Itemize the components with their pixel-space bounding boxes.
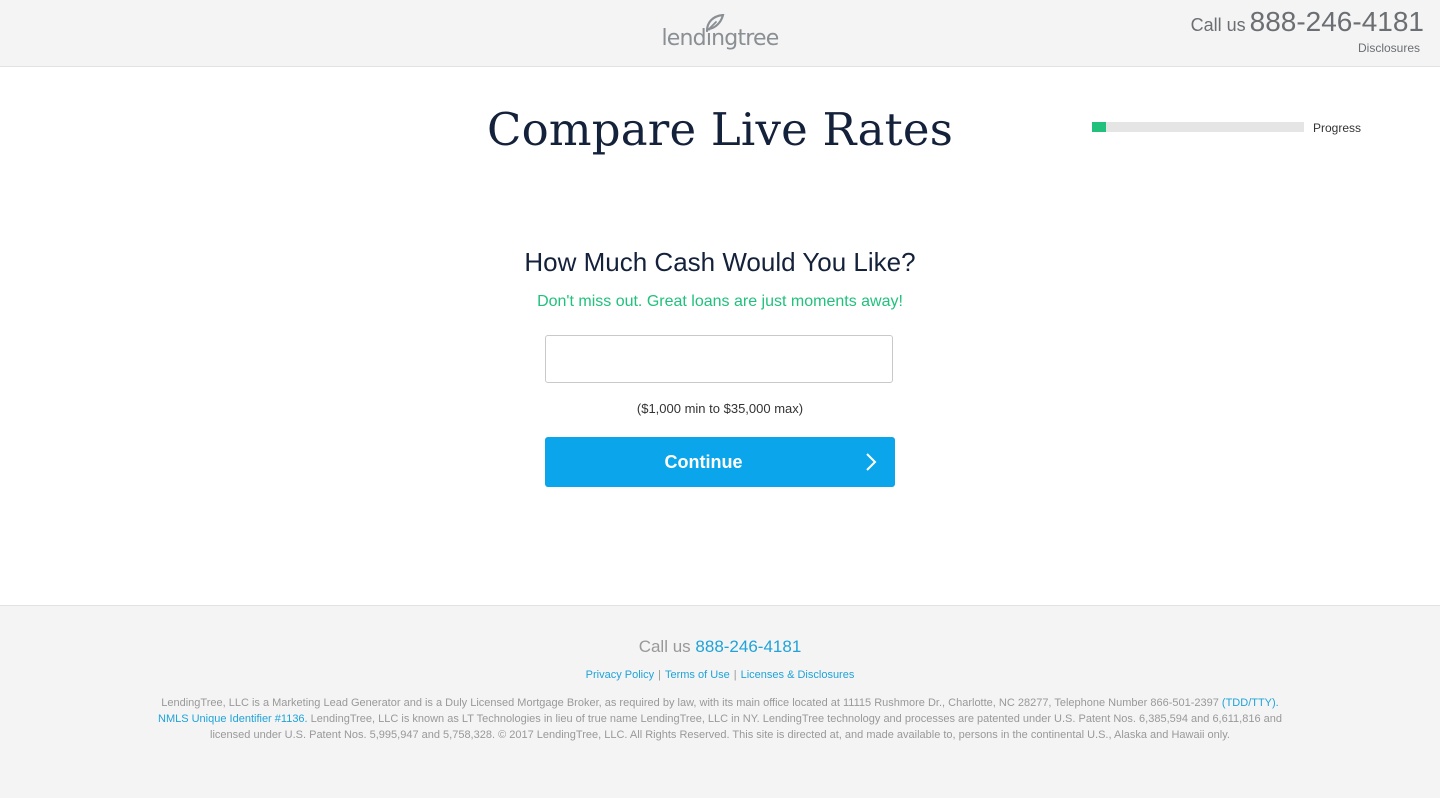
cash-amount-input[interactable] <box>545 335 893 383</box>
question-heading: How Much Cash Would You Like? <box>524 247 916 277</box>
logo-text: lendingtree <box>661 26 779 51</box>
amount-range-hint: ($1,000 min to $35,000 max) <box>636 401 804 416</box>
link-separator: | <box>658 669 661 681</box>
continue-label: Continue <box>664 452 743 472</box>
header-call-us: Call us 888-246-4181 <box>1191 6 1424 38</box>
site-header: lendingtree Call us 888-246-4181 Disclosu… <box>0 0 1440 67</box>
lendingtree-logo[interactable]: lendingtree <box>655 14 785 54</box>
disclosures-link[interactable]: Disclosures <box>1358 41 1420 55</box>
footer-links: Privacy Policy | Terms of Use | Licenses & D… <box>0 669 1440 681</box>
footer-phone-number[interactable]: 888-246-4181 <box>695 637 801 656</box>
site-footer: Call us 888-246-4181 Privacy Policy | Term… <box>0 605 1440 798</box>
progress-fill <box>1092 122 1106 132</box>
promo-text: Don't miss out. Great loans are just mom… <box>537 293 903 310</box>
legal-text-part-2: LendingTree, LLC is known as LT Technolo… <box>210 713 1282 741</box>
progress-track <box>1092 122 1304 132</box>
legal-disclaimer: LendingTree, LLC is a Marketing Lead Gen… <box>148 695 1292 743</box>
continue-button[interactable]: Continue <box>545 437 895 487</box>
terms-of-use-link[interactable]: Terms of Use <box>665 669 730 681</box>
licenses-disclosures-link[interactable]: Licenses & Disclosures <box>741 669 855 681</box>
call-us-label: Call us <box>1190 15 1246 35</box>
header-phone-number[interactable]: 888-246-4181 <box>1250 6 1424 37</box>
privacy-policy-link[interactable]: Privacy Policy <box>586 669 654 681</box>
footer-call-us: Call us 888-246-4181 <box>0 637 1440 657</box>
legal-text-part-1: LendingTree, LLC is a Marketing Lead Gen… <box>161 697 1219 709</box>
progress-label: Progress <box>1313 121 1362 135</box>
link-separator: | <box>733 669 737 681</box>
chevron-right-icon <box>866 453 877 471</box>
footer-call-label: Call us <box>638 637 691 656</box>
